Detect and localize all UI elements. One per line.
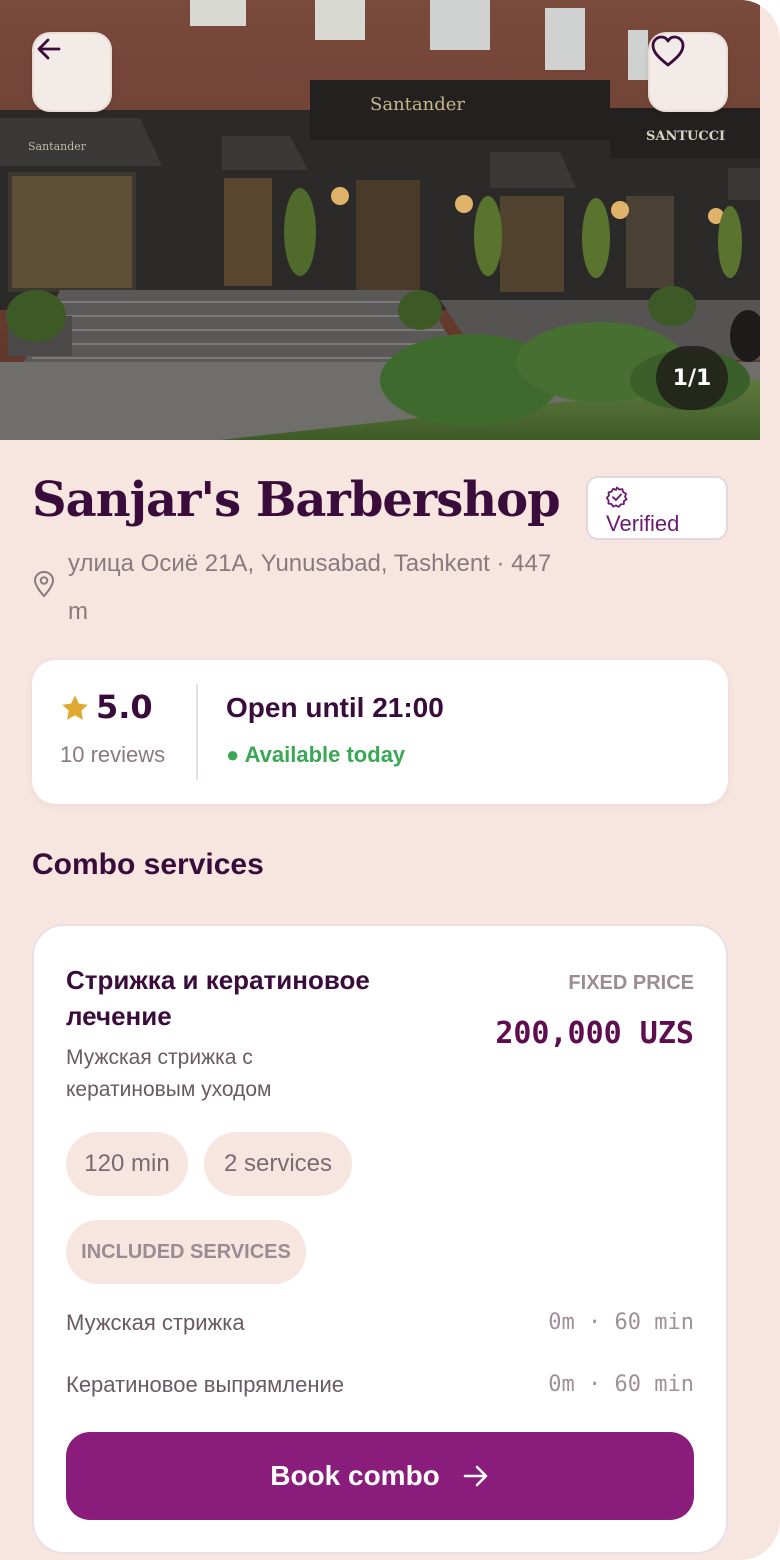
- combo-description: Мужская стрижка с кератиновым уходом: [66, 1046, 272, 1101]
- heart-icon: [651, 35, 685, 67]
- book-combo-label: Book combo: [270, 1460, 440, 1491]
- section-title-combo: Combo services: [32, 848, 264, 881]
- price-label: FIXED PRICE: [568, 972, 694, 994]
- included-service-duration: 0m · 60 min: [548, 1372, 694, 1397]
- book-combo-button[interactable]: Book combo: [66, 1432, 694, 1520]
- arrow-left-icon: [37, 38, 61, 60]
- photo-sign-right: SANTUCCI: [646, 129, 725, 144]
- back-button[interactable]: [32, 32, 112, 112]
- rating-value: 5.0: [96, 688, 153, 726]
- services-count-chip: 2 services: [204, 1132, 352, 1196]
- duration-chip: 120 min: [66, 1132, 188, 1196]
- included-services-label: INCLUDED SERVICES: [66, 1220, 306, 1284]
- rating-hours-card: 5.0 10 reviews Open until 21:00 ● Availa…: [32, 660, 728, 804]
- verified-badge: Verified: [586, 476, 728, 540]
- photo-sign-left: Santander: [28, 140, 87, 153]
- included-service-duration: 0m · 60 min: [548, 1310, 694, 1335]
- location-pin-icon: [33, 570, 55, 598]
- photo-sign-center: Santander: [370, 94, 465, 115]
- shop-address[interactable]: улица Осиё 21А, Yunusabad, Tashkent · 44…: [68, 540, 558, 636]
- verified-label: Verified: [606, 511, 680, 536]
- reviews-count[interactable]: 10 reviews: [60, 742, 165, 768]
- barbershop-detail-screen: Santander SANTUCCI Santander 1/1 Sanjar'…: [0, 0, 780, 1560]
- opening-hours: Open until 21:00: [226, 692, 444, 723]
- availability-status: ● Available today: [226, 742, 406, 767]
- hero-photo[interactable]: Santander SANTUCCI Santander 1/1: [0, 0, 760, 440]
- combo-card: Стрижка и кератиновое лечение Мужская ст…: [32, 924, 728, 1554]
- combo-name: Стрижка и кератиновое лечение: [66, 965, 370, 1031]
- included-service-name: Кератиновое выпрямление: [66, 1372, 344, 1397]
- included-service-name: Мужская стрижка: [66, 1310, 245, 1335]
- stats-divider: [196, 684, 198, 780]
- storefront-photo: Santander SANTUCCI Santander: [0, 0, 760, 440]
- shop-name: Sanjar's Barbershop: [32, 472, 561, 528]
- combo-price: 200,000 UZS: [495, 1016, 694, 1051]
- image-counter-badge: 1/1: [656, 346, 728, 410]
- favorite-button[interactable]: [648, 32, 728, 112]
- star-icon: [62, 695, 88, 720]
- verified-check-icon: [606, 486, 628, 508]
- arrow-right-icon: [463, 1465, 488, 1487]
